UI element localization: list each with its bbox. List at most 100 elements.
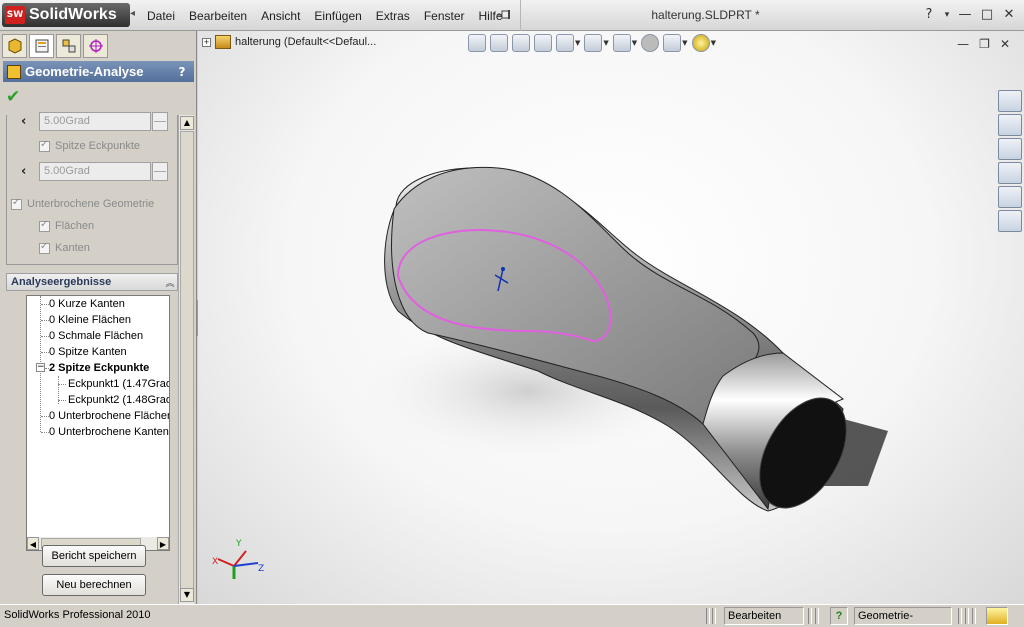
apply-scene-icon[interactable] (663, 34, 682, 52)
logo-text: SolidWorks (29, 6, 117, 23)
tab-property-manager[interactable] (29, 34, 54, 58)
menu-fenster[interactable]: Fenster (417, 9, 472, 23)
menu-ansicht[interactable]: Ansicht (254, 9, 307, 23)
window-controls: ? ▾ — □ ✕ (920, 6, 1018, 24)
ok-check-icon[interactable]: ✔ (6, 87, 20, 107)
status-separator (965, 608, 969, 624)
previous-view-icon[interactable] (512, 34, 530, 52)
menu-extras[interactable]: Extras (369, 9, 417, 23)
faces-option[interactable]: Flächen (39, 219, 94, 232)
triad-x-label: X (212, 557, 218, 567)
maximize-button[interactable]: □ (978, 6, 996, 24)
result-item-expanded[interactable]: 2 Spitze Eckpunkte (49, 360, 149, 376)
sharp-vertices-angle-input[interactable]: 5.00Grad (39, 162, 151, 181)
view-orientation-icon[interactable] (556, 34, 574, 52)
tree-connector (58, 400, 66, 401)
quick-tips-help-icon[interactable]: ? (830, 607, 848, 625)
task-pane-tabs (998, 90, 1022, 232)
result-subitem[interactable]: Eckpunkt2 (1.48Grad) (68, 392, 169, 408)
sharp-vertices-option[interactable]: Spitze Eckpunkte (39, 139, 140, 152)
sharp-edges-angle-input[interactable]: 5.00Grad (39, 112, 151, 131)
menu-collapse-arrow-icon[interactable]: ◂ (130, 8, 138, 22)
doc-minimize-button[interactable]: — (957, 37, 969, 51)
rebuild-status-icon[interactable] (986, 607, 1008, 625)
view-settings-icon[interactable] (691, 34, 710, 52)
discontinuous-geometry-option[interactable]: Unterbrochene Geometrie (11, 197, 154, 210)
dropdown-icon[interactable]: ▼ (682, 39, 687, 47)
title-bar: SW SolidWorks ◂ Datei Bearbeiten Ansicht… (0, 0, 1024, 31)
result-item[interactable]: 0 Spitze Kanten (49, 344, 127, 360)
dimxpert-icon (88, 39, 103, 53)
solidworks-logo[interactable]: SW SolidWorks (2, 3, 130, 27)
menu-datei[interactable]: Datei (140, 9, 182, 23)
result-item[interactable]: 0 Kurze Kanten (49, 296, 125, 312)
edges-checkbox[interactable] (39, 241, 50, 254)
zoom-area-icon[interactable] (490, 34, 508, 52)
tree-connector (41, 432, 49, 433)
resources-icon[interactable] (998, 90, 1022, 112)
custom-properties-icon[interactable] (998, 210, 1022, 232)
dropdown-icon[interactable]: ▼ (711, 39, 716, 47)
result-item[interactable]: 0 Kleine Flächen (49, 312, 131, 328)
doc-close-button[interactable]: ✕ (1000, 37, 1010, 51)
tree-connector (41, 320, 49, 321)
file-explorer-icon[interactable] (998, 138, 1022, 160)
display-style-icon[interactable] (584, 34, 603, 52)
help-icon[interactable]: ? (174, 65, 190, 79)
panel-scrollbar[interactable]: ▲ ▼ (178, 115, 194, 605)
sharp-vertices-checkbox[interactable] (39, 139, 50, 152)
help-icon[interactable]: ? (920, 6, 938, 24)
scroll-left-icon[interactable]: ◀ (27, 537, 39, 550)
design-library-icon[interactable] (998, 114, 1022, 136)
edit-appearance-icon[interactable] (641, 34, 660, 52)
discontinuous-geometry-checkbox[interactable] (11, 197, 22, 210)
dropdown-icon[interactable]: ▼ (603, 39, 608, 47)
scroll-thumb[interactable] (180, 131, 194, 591)
appearances-icon[interactable] (998, 186, 1022, 208)
graphics-area[interactable]: X Y Z + halterung (Default<<Defaul... ▼ … (198, 31, 1024, 604)
expand-icon[interactable]: + (202, 37, 211, 47)
menu-einfuegen[interactable]: Einfügen (307, 9, 368, 23)
scroll-up-icon[interactable]: ▲ (180, 116, 194, 130)
results-group-header[interactable]: Analyseergebnisse ︽ (6, 273, 178, 291)
collapse-node-icon[interactable]: − (36, 363, 45, 372)
tab-dimxpert-manager[interactable] (83, 34, 108, 58)
collapse-icon[interactable]: ︽ (163, 276, 177, 289)
scroll-down-icon[interactable]: ▼ (180, 588, 194, 602)
result-item[interactable]: 0 Schmale Flächen (49, 328, 143, 344)
doc-restore-button[interactable]: ❐ (979, 37, 990, 51)
tab-configuration-manager[interactable] (56, 34, 81, 58)
hide-show-items-icon[interactable] (612, 34, 631, 52)
result-item[interactable]: 0 Unterbrochene Kanten (49, 424, 169, 440)
sharp-vertices-label: Spitze Eckpunkte (55, 140, 140, 152)
zoom-to-fit-icon[interactable] (468, 34, 486, 52)
edges-option[interactable]: Kanten (39, 241, 90, 254)
result-item[interactable]: 0 Unterbrochene Flächen (49, 408, 169, 424)
angle2-spin-button[interactable] (152, 162, 168, 181)
save-report-button[interactable]: Bericht speichern (42, 545, 146, 567)
help-dropdown-icon[interactable]: ▾ (942, 6, 952, 24)
dropdown-icon[interactable]: ▼ (575, 39, 580, 47)
property-manager-title: Geometrie-Analyse (25, 64, 144, 79)
recalculate-button[interactable]: Neu berechnen (42, 574, 146, 596)
geometry-analysis-icon (7, 64, 21, 79)
dropdown-icon[interactable]: ▼ (632, 39, 637, 47)
pin-menu-icon[interactable] (498, 9, 514, 21)
section-view-icon[interactable] (534, 34, 552, 52)
feature-tree-flyout[interactable]: + halterung (Default<<Defaul... (202, 35, 376, 49)
feature-manager-icon (8, 38, 21, 54)
results-title: Analyseergebnisse (11, 276, 112, 288)
3d-model-view[interactable]: X Y Z (198, 31, 1024, 604)
tree-flyout-label: halterung (Default<<Defaul... (235, 36, 377, 48)
view-palette-icon[interactable] (998, 162, 1022, 184)
faces-checkbox[interactable] (39, 219, 50, 232)
status-separator (958, 608, 962, 624)
scroll-right-icon[interactable]: ▶ (157, 537, 169, 550)
angle1-spin-button[interactable] (152, 112, 168, 131)
menu-bearbeiten[interactable]: Bearbeiten (182, 9, 254, 23)
tab-feature-manager[interactable] (2, 34, 27, 58)
close-button[interactable]: ✕ (1000, 6, 1018, 24)
result-subitem[interactable]: Eckpunkt1 (1.47Grad) (68, 376, 169, 392)
edges-label: Kanten (55, 242, 90, 254)
minimize-button[interactable]: — (956, 6, 974, 24)
